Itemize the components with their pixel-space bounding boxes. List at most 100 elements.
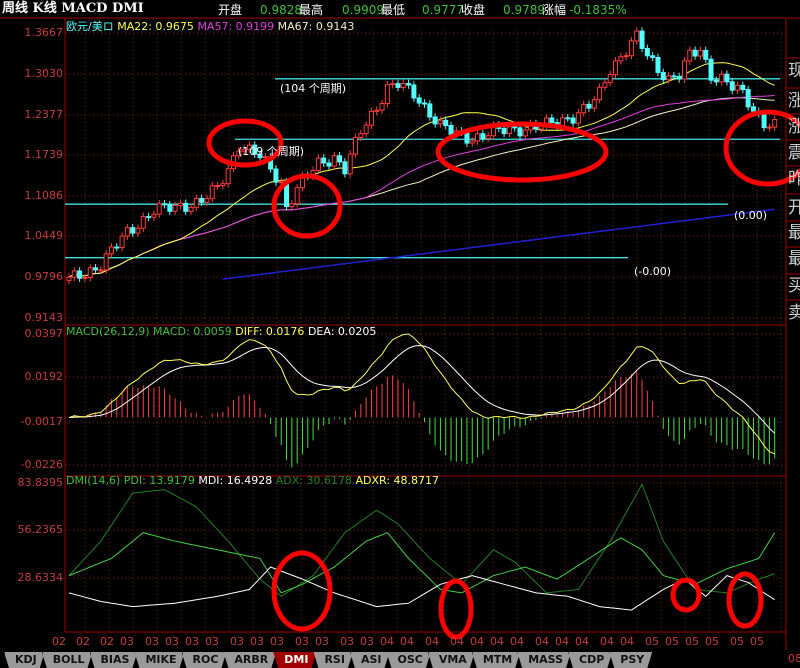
tab-dmi[interactable]: DMI (273, 652, 316, 668)
tab-kdj[interactable]: KDJ (4, 652, 45, 668)
tab-bias[interactable]: BIAS (90, 652, 138, 668)
candle-up (71, 270, 77, 278)
candle-down (422, 102, 427, 105)
candle-down (342, 161, 348, 175)
candle-up (193, 197, 199, 208)
candle-down (199, 197, 205, 203)
candle-up (379, 103, 385, 111)
value-annotation-negzero: (-0.00) (634, 265, 672, 278)
price-tick-label: 1.3667 (24, 26, 64, 39)
candle-up (98, 269, 104, 272)
tab-rsi[interactable]: RSI (313, 652, 353, 668)
candle-down (512, 126, 518, 129)
candle-down (639, 30, 645, 49)
candle-down (273, 168, 279, 183)
candle-up (591, 99, 597, 109)
price-tick-label: 1.1739 (24, 148, 64, 161)
candle-up (485, 135, 491, 139)
mdi-line (68, 566, 775, 611)
x-tick-label: 04 (450, 635, 464, 648)
dmi-tick-label: 56.2365 (17, 523, 64, 536)
tab-arbr[interactable]: ARBR (223, 652, 276, 668)
side-panel-label: 买 (788, 276, 800, 296)
price-tick-label: 1.3030 (24, 67, 64, 80)
chart-title: 周线 K线 MACD DMI (2, 1, 144, 16)
side-panel-label: 开 (788, 198, 800, 218)
tab-boll[interactable]: BOLL (42, 652, 93, 668)
candle-up (172, 204, 178, 212)
candle-up (289, 203, 295, 208)
candle-up (156, 203, 162, 215)
candle-down (708, 58, 714, 81)
candle-down (77, 270, 83, 279)
macd-legend: MACD(26,12,9) MACD: 0.0059 DIFF: 0.0176 … (66, 325, 376, 338)
x-tick-label: 05 (685, 635, 699, 648)
close-value: 0.9789 (503, 3, 545, 17)
candle-down (745, 89, 751, 108)
change-value: -0.1835% (569, 3, 627, 17)
tab-vma[interactable]: VMA (428, 652, 475, 668)
x-tick-label: 04 (575, 635, 589, 648)
candle-up (209, 185, 215, 200)
candle-up (628, 40, 634, 57)
tab-cdp[interactable]: CDP (568, 652, 612, 668)
tab-asi[interactable]: ASI (350, 652, 390, 668)
mdi-value: MDI: 16.4928 (198, 474, 273, 487)
candle-up (151, 213, 157, 218)
tab-psy[interactable]: PSY (609, 652, 652, 668)
candle-up (374, 109, 380, 112)
tab-mass[interactable]: MASS (517, 652, 571, 668)
candle-up (358, 133, 364, 138)
candle-up (719, 73, 725, 83)
highlight-circle-annotation (271, 173, 343, 239)
candle-up (124, 227, 130, 237)
tab-mtm[interactable]: MTM (472, 652, 520, 668)
side-panel-label: 昨 (788, 169, 800, 189)
x-tick-label: 03 (120, 635, 134, 648)
long-ma-line (222, 208, 775, 280)
candle-down (692, 49, 698, 57)
x-axis-corner: 08 (788, 652, 800, 665)
tab-roc[interactable]: ROC (182, 652, 227, 668)
change-label: 涨幅 (542, 3, 567, 17)
candle-up (119, 235, 125, 249)
candle-up (331, 155, 337, 167)
candle-down (671, 75, 677, 78)
tab-osc[interactable]: OSC (386, 652, 430, 668)
candle-up (687, 49, 693, 62)
candle-up (368, 110, 374, 126)
candle-down (167, 204, 173, 212)
candle-up (697, 49, 703, 57)
diff-value: DIFF: 0.0176 (235, 325, 305, 338)
open-label: 开盘 (218, 3, 243, 17)
candle-up (666, 75, 672, 81)
side-panel-label: 最 (788, 223, 800, 243)
candle-up (103, 253, 109, 271)
candle-down (570, 117, 576, 124)
side-panel-label: 涨 (788, 117, 800, 137)
highlight-circle-annotation (271, 550, 333, 632)
x-tick-label: 03 (165, 635, 179, 648)
candle-up (390, 83, 396, 86)
candle-down (586, 103, 592, 109)
x-tick-label: 02 (76, 635, 90, 648)
ma57-value: MA57: 0.9199 (197, 20, 275, 33)
x-tick-label: 04 (620, 635, 634, 648)
candle-up (177, 202, 183, 206)
side-panel-label: 震 (788, 143, 800, 163)
pdi-line (68, 531, 776, 594)
x-tick-label: 04 (535, 635, 549, 648)
x-tick-label: 02 (52, 635, 66, 648)
candle-up (188, 206, 194, 212)
x-tick-label: 03 (145, 635, 159, 648)
dmi-tick-label: 83.8395 (17, 476, 64, 489)
candle-down (655, 56, 661, 73)
tab-mike[interactable]: MIKE (134, 652, 184, 668)
candle-down (729, 81, 735, 91)
candle-down (480, 133, 486, 139)
x-tick-label: 05 (645, 635, 659, 648)
candle-up (108, 246, 114, 255)
candle-up (82, 277, 88, 280)
candle-up (294, 187, 300, 205)
highlight-circle-annotation (670, 577, 702, 613)
